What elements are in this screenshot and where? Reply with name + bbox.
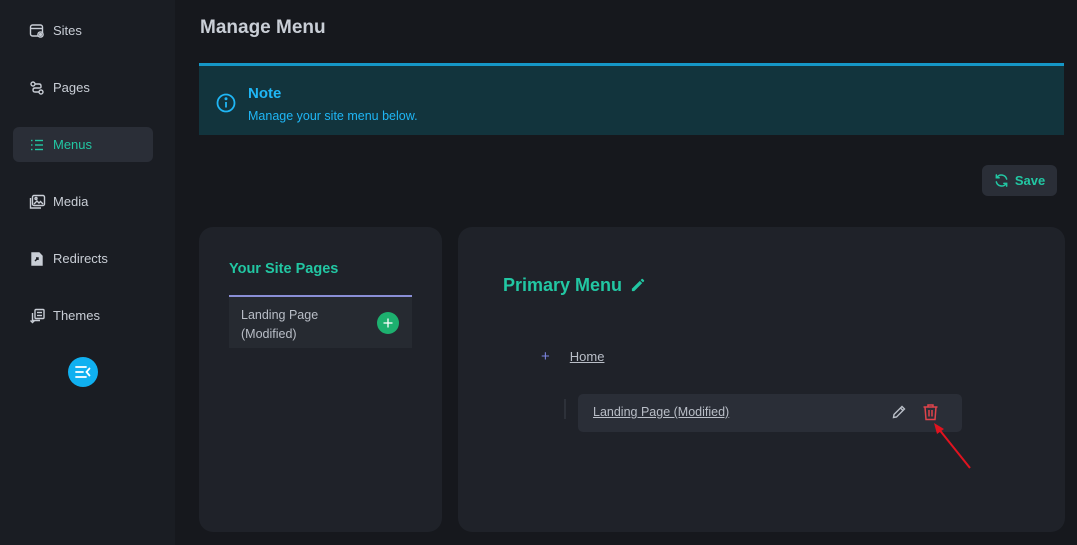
pencil-icon[interactable] bbox=[630, 278, 645, 293]
save-button[interactable]: Save bbox=[982, 165, 1057, 196]
sidebar-collapse-icon bbox=[75, 365, 91, 379]
site-page-label: Landing Page (Modified) bbox=[241, 308, 319, 341]
sidebar-collapse-button[interactable] bbox=[68, 357, 98, 387]
sidebar-item-label: Pages bbox=[53, 80, 90, 95]
add-page-button[interactable] bbox=[377, 312, 399, 334]
save-button-label: Save bbox=[1014, 173, 1046, 188]
annotation-arrow bbox=[930, 420, 975, 477]
note-alert: Note Manage your site menu below. bbox=[199, 63, 1064, 135]
sidebar-item-themes[interactable]: Themes bbox=[13, 298, 153, 333]
sidebar-item-label: Menus bbox=[53, 137, 93, 152]
sidebar-item-redirects[interactable]: Redirects bbox=[13, 241, 153, 276]
sidebar-item-media[interactable]: Media bbox=[13, 184, 153, 219]
pages-connect-icon bbox=[28, 79, 46, 97]
themes-icon bbox=[28, 307, 46, 325]
list-item[interactable]: Landing Page (Modified) bbox=[229, 295, 412, 348]
edit-icon[interactable] bbox=[891, 404, 907, 425]
plus-icon bbox=[382, 317, 394, 329]
menu-item-home[interactable]: + Home bbox=[541, 348, 604, 365]
menu-item-link[interactable]: Home bbox=[570, 349, 605, 364]
primary-menu-panel: Primary Menu + Home Landing Page (Modifi… bbox=[458, 227, 1065, 532]
menu-item-landing-page[interactable]: Landing Page (Modified) bbox=[578, 394, 962, 432]
info-icon bbox=[216, 93, 236, 118]
expand-plus-icon[interactable]: + bbox=[541, 348, 550, 365]
site-pages-title: Your Site Pages bbox=[229, 261, 339, 277]
menu-item-link[interactable]: Landing Page (Modified) bbox=[593, 405, 729, 419]
browser-gear-icon bbox=[28, 22, 46, 40]
sidebar-item-label: Redirects bbox=[53, 251, 108, 266]
primary-menu-title-text: Primary Menu bbox=[503, 275, 623, 295]
nesting-guide bbox=[564, 399, 566, 419]
sidebar-item-menus[interactable]: Menus bbox=[13, 127, 153, 162]
primary-menu-title: Primary Menu bbox=[503, 275, 645, 296]
sidebar-item-sites[interactable]: Sites bbox=[13, 13, 153, 48]
images-icon bbox=[28, 193, 46, 211]
sidebar-item-pages[interactable]: Pages bbox=[13, 70, 153, 105]
sidebar-item-label: Themes bbox=[53, 308, 100, 323]
site-pages-panel: Your Site Pages Landing Page (Modified) bbox=[199, 227, 442, 532]
sidebar-item-label: Media bbox=[53, 194, 89, 209]
page-title: Manage Menu bbox=[200, 17, 326, 38]
sidebar-item-label: Sites bbox=[53, 23, 82, 38]
note-text: Manage your site menu below. bbox=[248, 109, 418, 123]
list-icon bbox=[28, 136, 46, 154]
redirect-file-icon bbox=[28, 250, 46, 268]
sidebar: Sites Pages Menus Media Redirects Themes bbox=[0, 0, 175, 545]
refresh-icon bbox=[994, 173, 1009, 188]
note-title: Note bbox=[248, 85, 282, 102]
